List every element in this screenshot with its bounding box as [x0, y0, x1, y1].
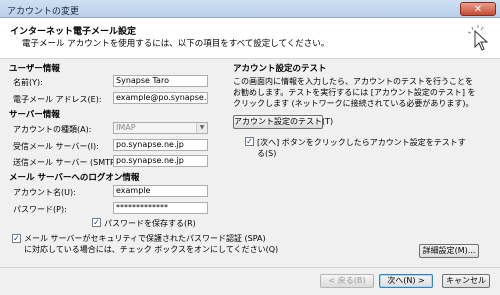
- next-test-label-line2: る(S): [257, 149, 277, 158]
- back-button[interactable]: < 戻る(B): [320, 274, 374, 288]
- name-input[interactable]: Synapse Taro: [113, 75, 208, 87]
- outgoing-server-input[interactable]: po.synapse.ne.jp: [113, 155, 208, 167]
- next-test-label-line1: [次へ] ボタンをクリックしたらアカウント設定をテストす: [257, 138, 466, 147]
- title-bar: アカウントの変更 ✕: [0, 0, 500, 18]
- header-title: インターネット電子メール設定: [10, 27, 137, 37]
- spa-checkbox[interactable]: ✓: [12, 234, 21, 243]
- more-settings-button[interactable]: 詳細設定(M)...: [419, 244, 479, 258]
- logon-info-section-title: メール サーバーへのログオン情報: [9, 173, 140, 183]
- window-title: アカウントの変更: [7, 7, 80, 17]
- account-type-label: アカウントの種類(A):: [13, 125, 92, 134]
- next-test-checkbox[interactable]: ✓: [245, 137, 254, 146]
- account-type-value: IMAP: [116, 123, 136, 132]
- email-label: 電子メール アドレス(E):: [13, 95, 102, 104]
- footer-divider: [0, 267, 500, 268]
- spa-label-line2: に対応している場合には、チェック ボックスをオンにしてください(Q): [24, 245, 279, 254]
- cancel-button[interactable]: キャンセル: [442, 274, 490, 288]
- next-button[interactable]: 次へ(N) >: [379, 274, 433, 288]
- remember-password-checkbox[interactable]: ✓: [92, 218, 101, 227]
- test-desc-line3: クリックします (ネットワークに接続されている必要があります)。: [233, 99, 474, 108]
- user-info-section-title: ユーザー情報: [9, 64, 60, 74]
- password-input[interactable]: *************: [113, 202, 208, 214]
- incoming-server-input[interactable]: po.synapse.ne.jp: [113, 139, 208, 151]
- test-account-button[interactable]: アカウント設定のテスト(T): [233, 115, 333, 129]
- name-label: 名前(Y):: [13, 78, 43, 87]
- incoming-server-label: 受信メール サーバー(I):: [13, 142, 99, 151]
- cursor-click-icon: [467, 25, 489, 51]
- account-type-select: IMAP ▼: [113, 122, 208, 134]
- server-info-section-title: サーバー情報: [9, 110, 60, 120]
- close-button[interactable]: ✕: [460, 2, 496, 16]
- test-desc-line1: この画面内に情報を入力したら、アカウントのテストを行うことを: [233, 77, 473, 86]
- test-section-title: アカウント設定のテスト: [233, 64, 327, 74]
- password-label: パスワード(P):: [13, 205, 67, 214]
- account-name-label: アカウント名(U):: [13, 188, 76, 197]
- dialog-header: インターネット電子メール設定 電子メール アカウントを使用するには、以下の項目を…: [0, 18, 500, 59]
- account-name-input[interactable]: example: [113, 185, 208, 197]
- header-subtitle: 電子メール アカウントを使用するには、以下の項目をすべて設定してください。: [22, 39, 330, 49]
- remember-password-label: パスワードを保存する(R): [104, 219, 196, 228]
- chevron-down-icon: ▼: [196, 123, 207, 133]
- email-input[interactable]: example@po.synapse.ne.jp: [113, 92, 208, 104]
- test-desc-line2: お勧めします。テストを実行するには [アカウント設定のテスト] を: [233, 88, 476, 97]
- spa-label-line1: メール サーバーがセキュリティで保護されたパスワード認証 (SPA): [24, 234, 266, 243]
